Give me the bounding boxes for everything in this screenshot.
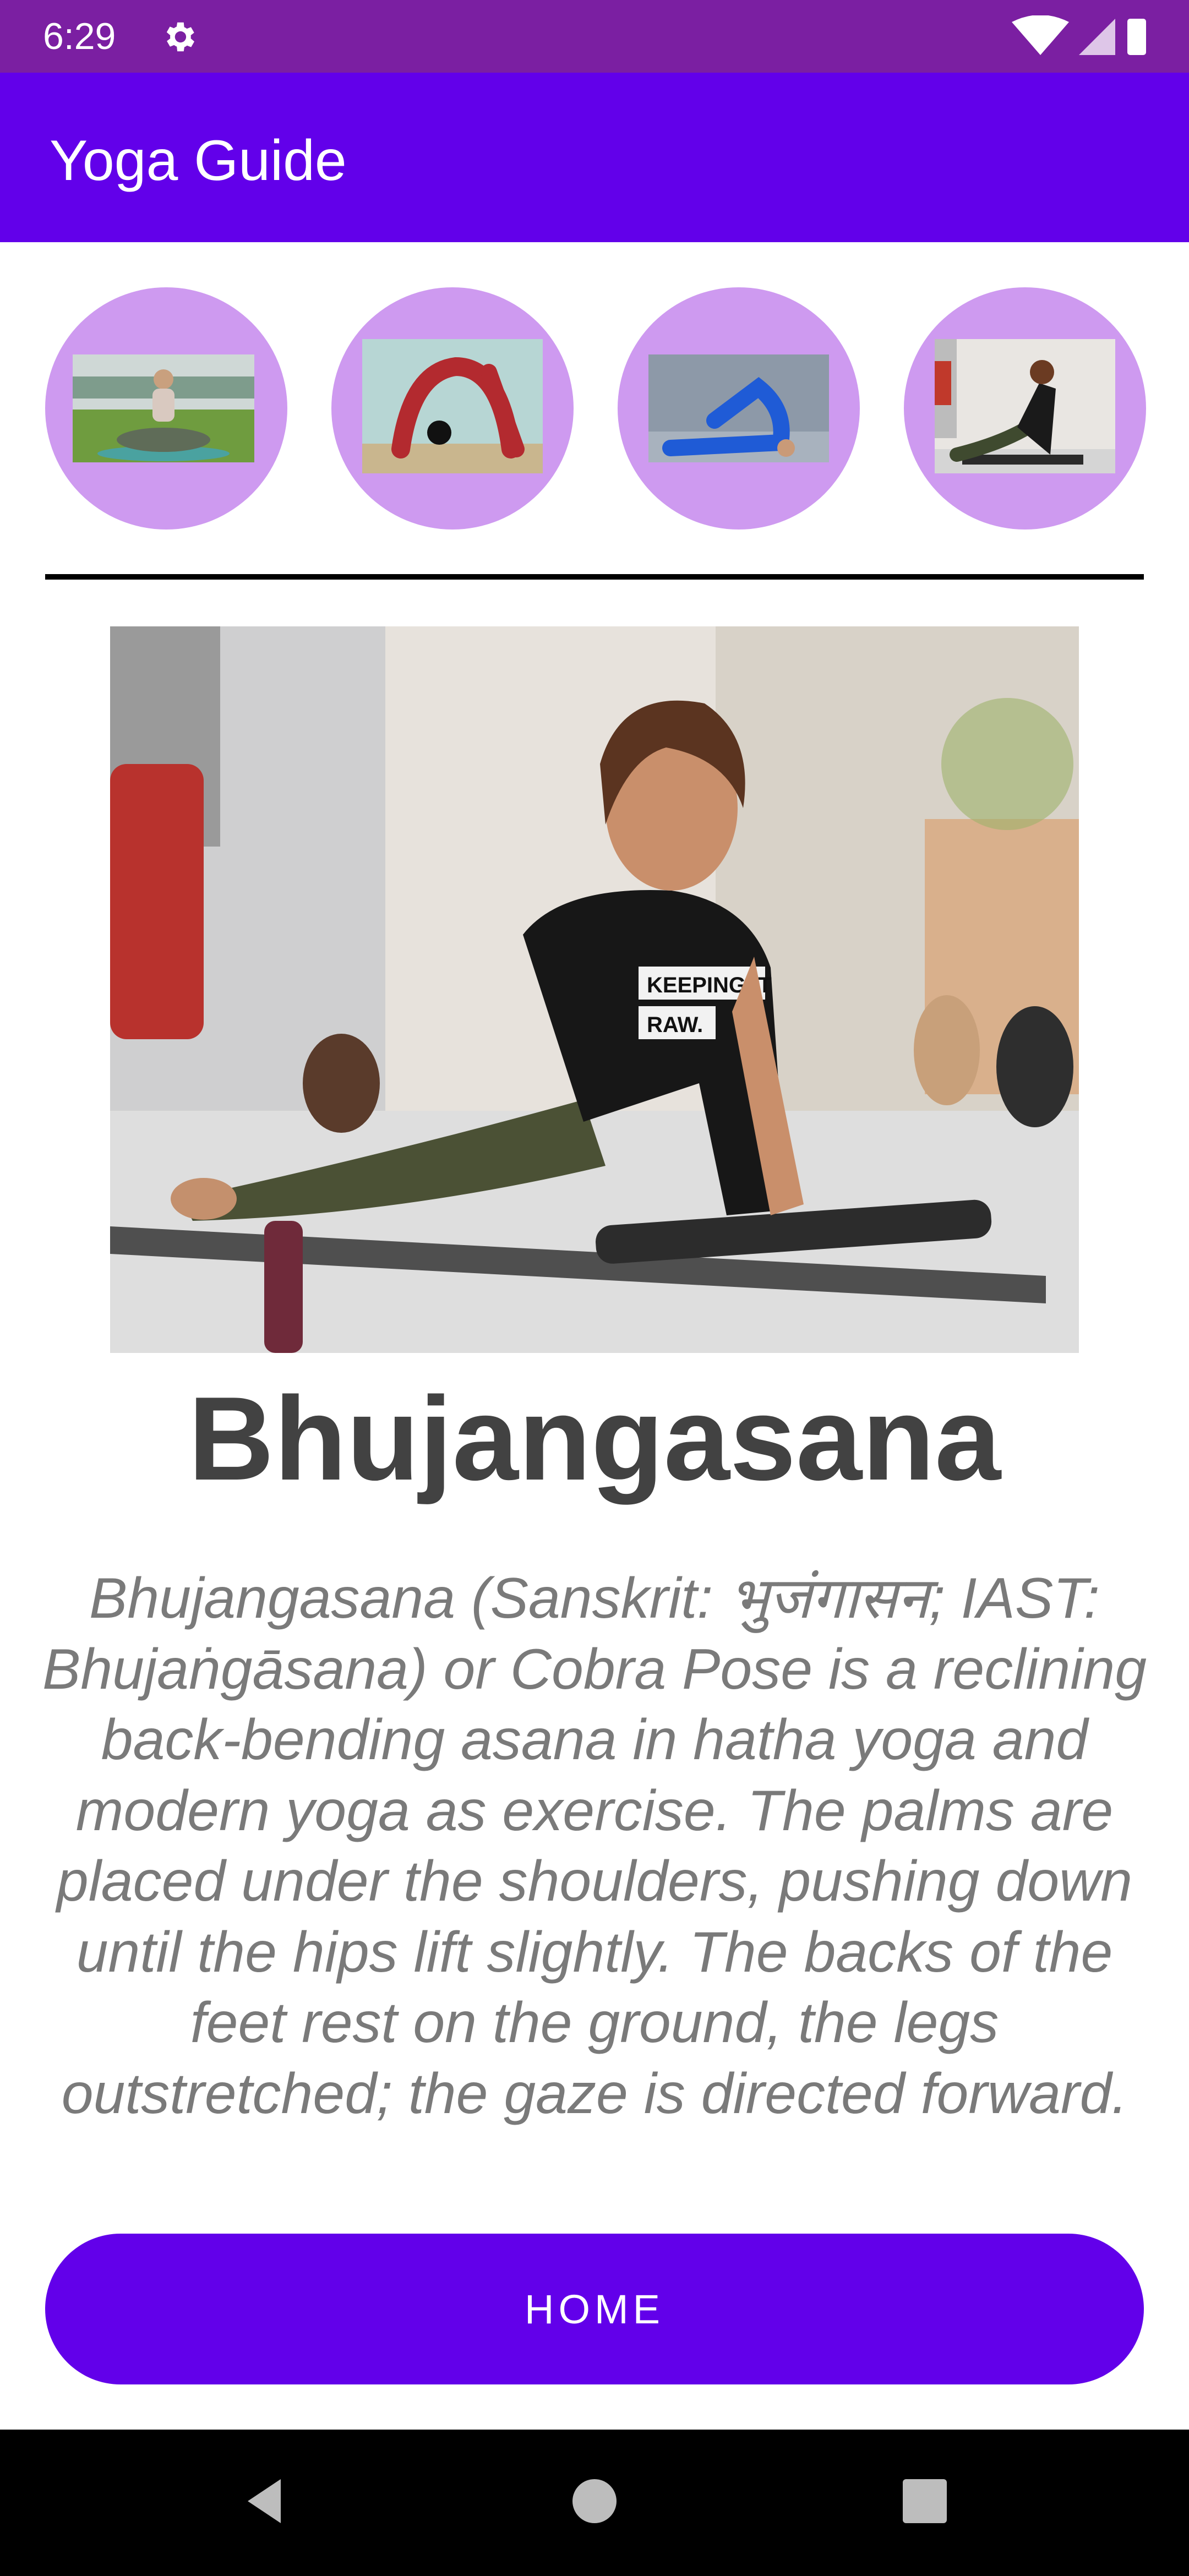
wheel-pose-image [362,339,543,473]
thumbnail-cobra-pose[interactable] [904,287,1146,530]
thumbnail-seated-meditation-pose[interactable] [45,287,287,530]
status-icons [1012,15,1146,55]
status-time: 6:29 [43,15,116,57]
home-button[interactable]: HOME [45,2234,1144,2384]
navigation-bar [0,2430,1189,2576]
app-bar: Yoga Guide [0,73,1189,242]
home-circle-icon[interactable] [567,2474,622,2529]
app-title: Yoga Guide [50,129,347,193]
hero-image-bhujangasana: KEEPING IT RAW. [110,626,1079,1353]
back-icon[interactable] [237,2474,292,2529]
seated-meditation-image [73,354,254,462]
cobra-pose-thumb-image [935,339,1115,473]
pose-description: Bhujangasana (Sanskrit: भुजंगासन; IAST: … [42,1567,1147,2126]
gear-icon [166,22,194,52]
thumbnail-plow-pose[interactable] [618,287,860,530]
hero-shirt-text-2: RAW. [647,1013,703,1037]
wifi-icon [1012,15,1069,55]
status-bar: 6:29 [0,0,1189,73]
battery-icon [1127,19,1146,55]
divider [45,574,1144,580]
signal-icon [1079,19,1115,55]
thumbnail-wheel-pose[interactable] [331,287,574,530]
pose-title: Bhujangasana [188,1372,1001,1505]
recents-icon[interactable] [897,2474,952,2529]
plow-pose-image [648,354,829,462]
